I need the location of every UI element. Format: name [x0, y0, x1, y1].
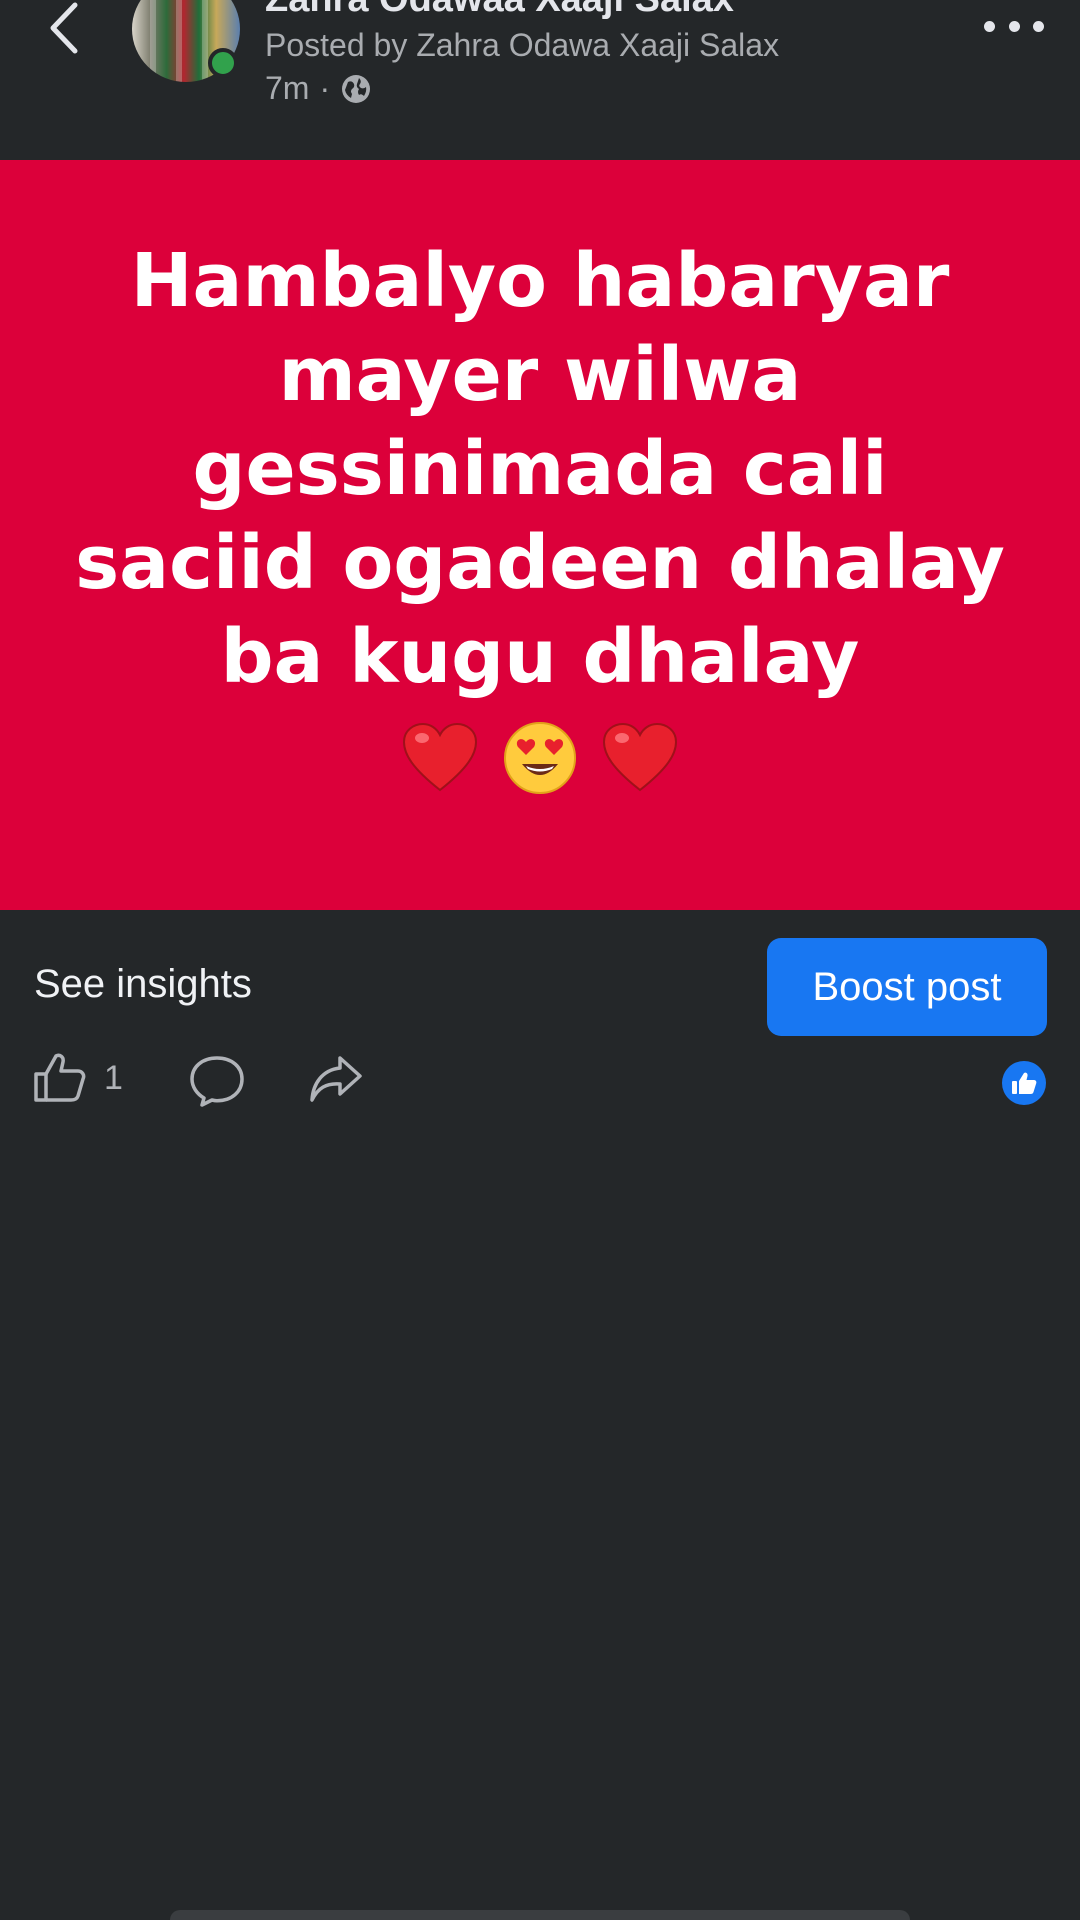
more-options-button[interactable] — [984, 8, 1044, 44]
comment-icon — [190, 1056, 244, 1107]
like-count: 1 — [104, 1058, 123, 1097]
share-icon — [310, 1056, 362, 1102]
like-reaction-badge[interactable] — [1002, 1061, 1046, 1105]
post-emoji — [402, 712, 678, 795]
home-indicator — [170, 1910, 910, 1920]
back-button[interactable] — [38, 0, 90, 56]
posted-by-text: Posted by Zahra Odawa Xaaji Salax — [265, 27, 780, 63]
thumbs-up-icon — [34, 1053, 86, 1102]
heart-emoji-icon — [403, 722, 478, 791]
like-button[interactable]: 1 — [32, 1052, 123, 1104]
post-text-card[interactable]: Hambalyo habaryar mayer wilwa gessinimad… — [0, 160, 1080, 910]
post-detail-screen: Zahra Odawaa Xaaji Salax Posted by Zahra… — [0, 0, 1080, 1920]
post-meta: 7m · — [265, 70, 372, 107]
meta-separator: · — [319, 70, 331, 106]
see-insights-link[interactable]: See insights — [34, 962, 252, 1007]
post-time: 7m — [265, 70, 310, 106]
more-dot — [1008, 20, 1020, 32]
more-dot — [984, 20, 995, 32]
page-name[interactable]: Zahra Odawaa Xaaji Salax — [265, 0, 734, 21]
post-text: Hambalyo habaryar mayer wilwa gessinimad… — [75, 238, 1005, 701]
online-status-dot — [208, 48, 238, 78]
chevron-left-icon — [50, 2, 78, 54]
post-header: Zahra Odawaa Xaaji Salax Posted by Zahra… — [0, 0, 1080, 160]
globe-icon — [342, 74, 371, 103]
more-dot — [1033, 20, 1044, 32]
heart-eyes-emoji-icon — [504, 721, 576, 794]
comment-button[interactable] — [188, 1054, 246, 1108]
share-button[interactable] — [308, 1054, 364, 1106]
heart-emoji-icon — [602, 722, 677, 791]
like-reaction-icon — [1012, 1072, 1037, 1094]
boost-post-button[interactable]: Boost post — [767, 938, 1047, 1036]
